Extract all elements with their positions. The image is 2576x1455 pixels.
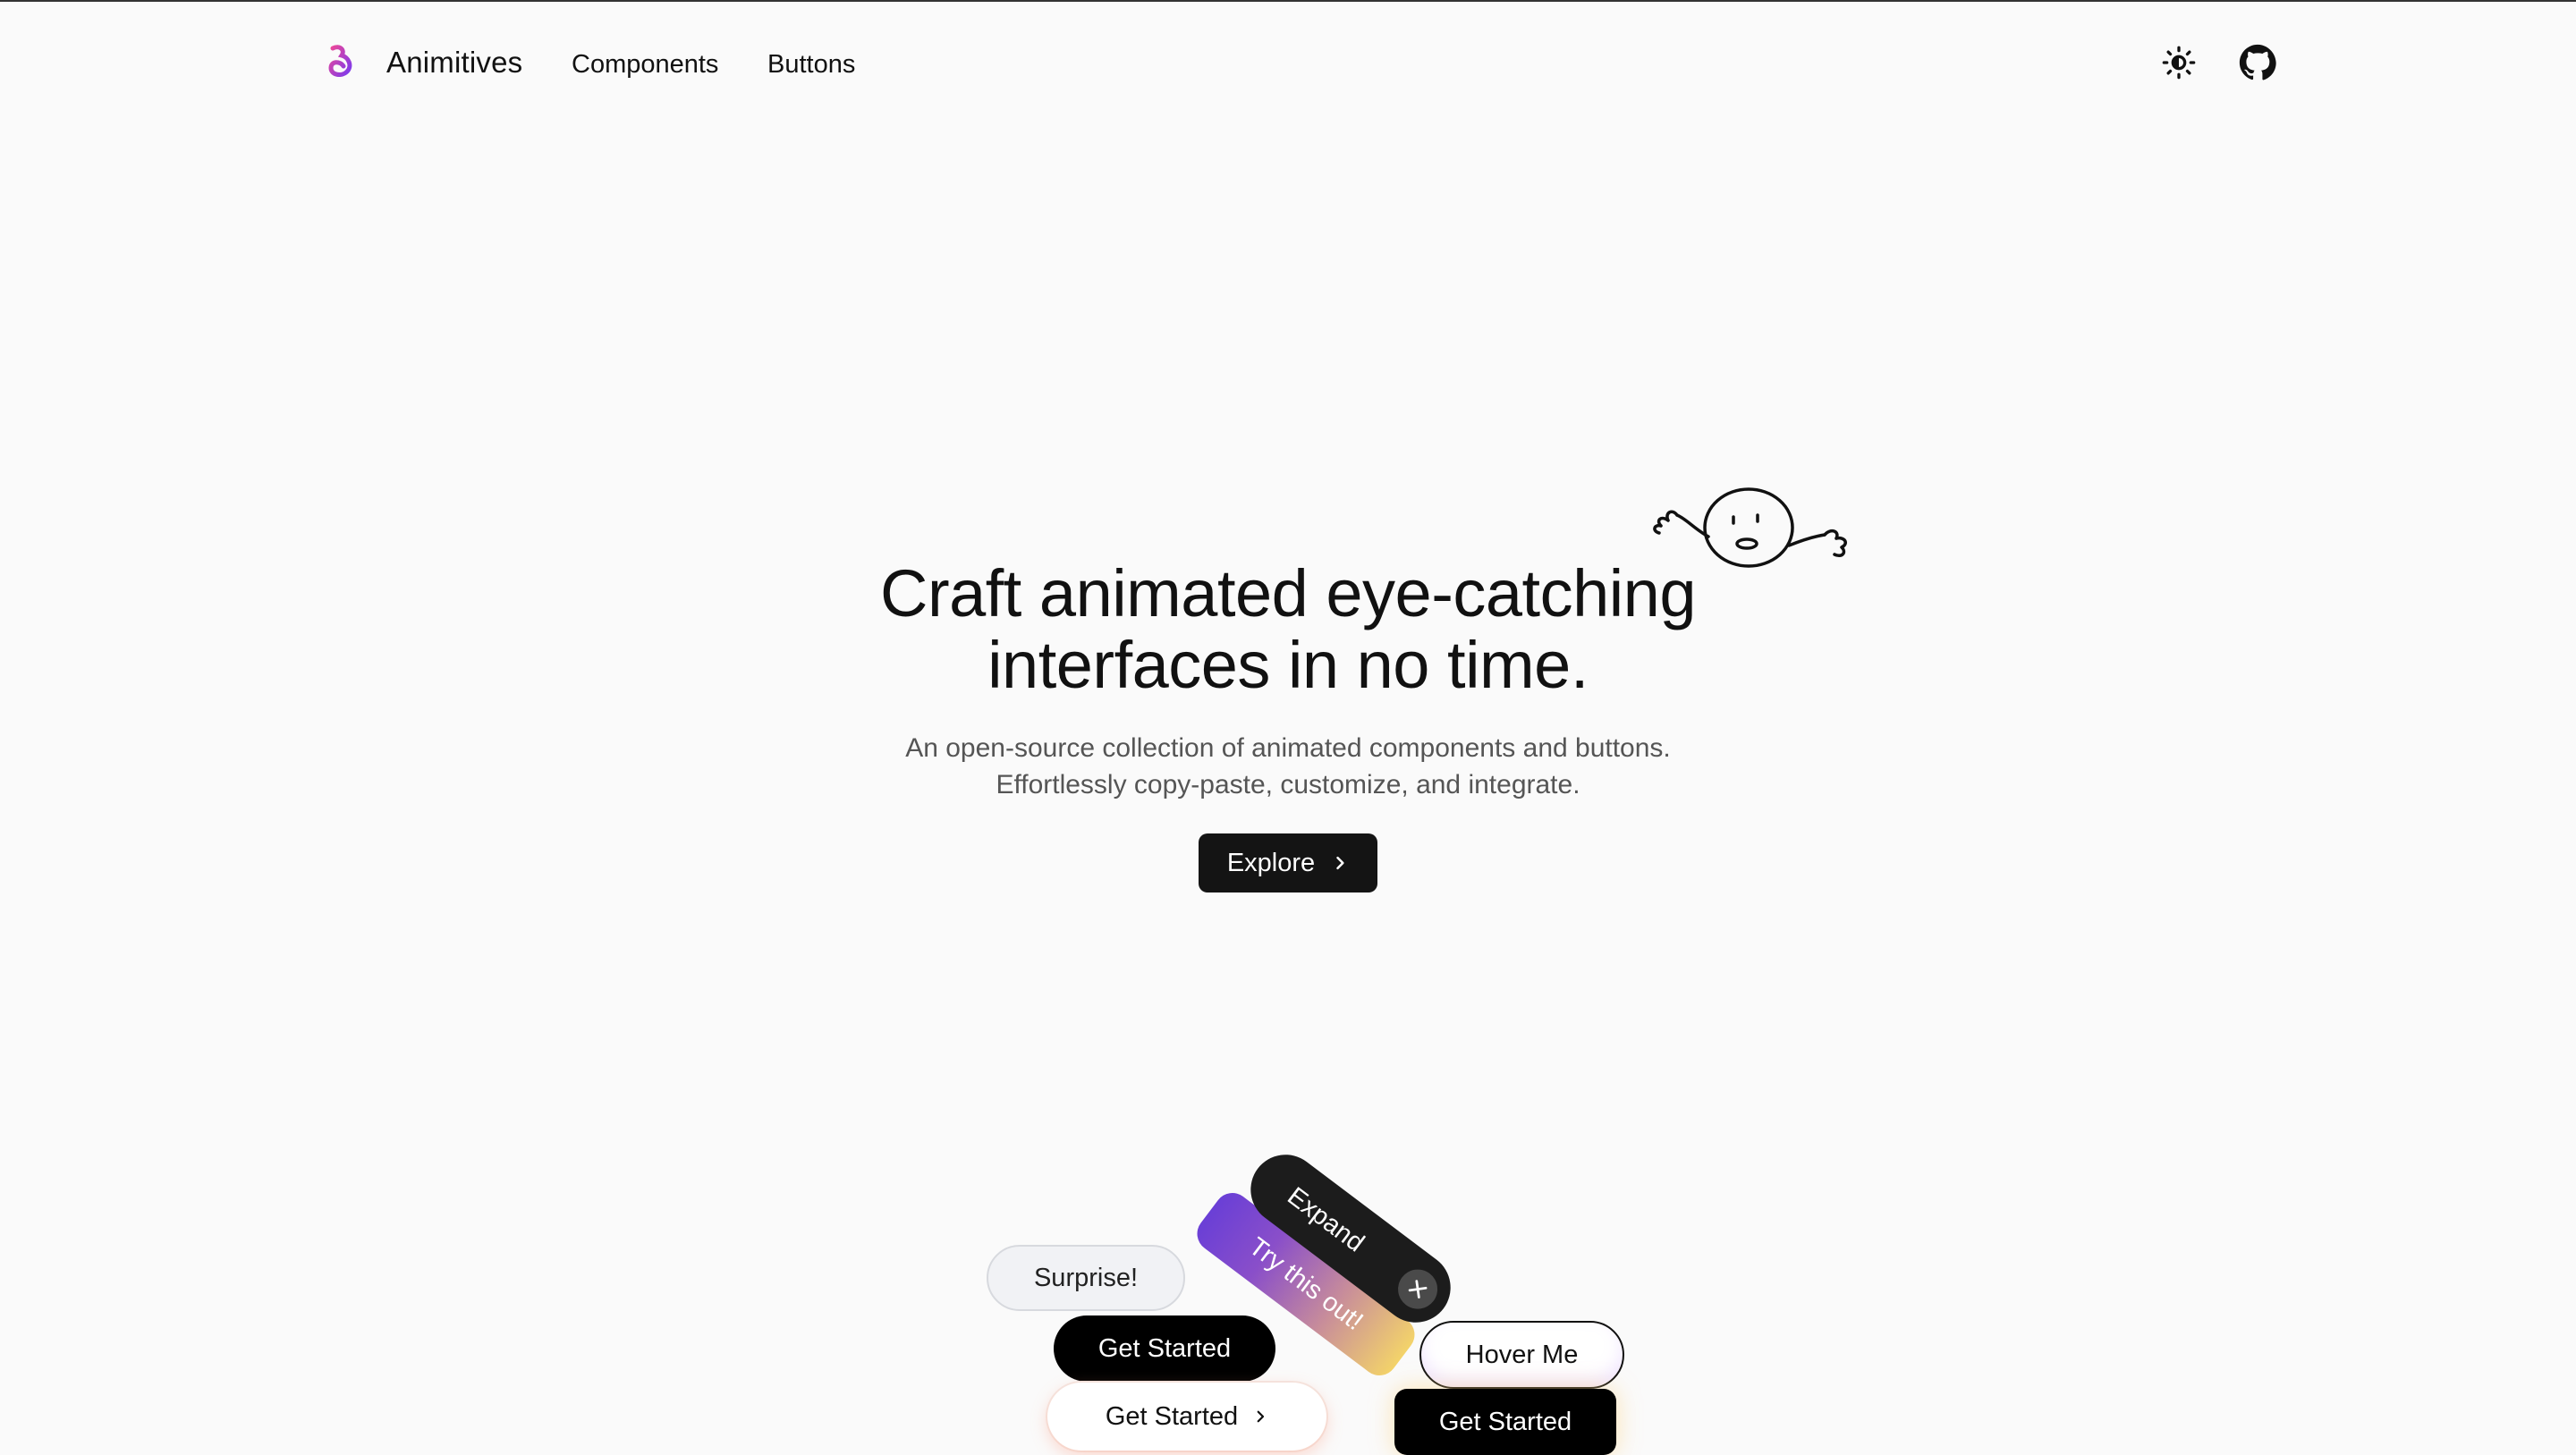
get-started-button-black[interactable]: Get Started [1054, 1315, 1275, 1382]
hero-title: Craft animated eye-catching interfaces i… [0, 558, 2576, 701]
hero-subtitle: An open-source collection of animated co… [0, 730, 2576, 803]
sun-moon-icon [2162, 46, 2196, 80]
explore-button[interactable]: Explore [1199, 833, 1377, 892]
animitives-logo-icon[interactable] [322, 43, 360, 80]
brand-name[interactable]: Animitives [386, 43, 522, 82]
get-started-button-glow[interactable]: Get Started [1047, 1383, 1326, 1451]
hero-title-line-1: Craft animated eye-catching [880, 556, 1696, 630]
get-started-button-shine[interactable]: Get Started [1394, 1389, 1616, 1455]
chevron-right-icon [1336, 856, 1344, 870]
theme-toggle-button[interactable] [2157, 41, 2200, 84]
chevron-right-icon [1257, 1410, 1265, 1423]
hover-me-button[interactable]: Hover Me [1419, 1321, 1624, 1389]
close-icon[interactable] [1390, 1261, 1445, 1317]
get-started-label: Get Started [1105, 1401, 1239, 1431]
explore-label: Explore [1226, 848, 1316, 877]
hero-title-line-2: interfaces in no time. [987, 628, 1589, 702]
surprise-button[interactable]: Surprise! [987, 1245, 1185, 1311]
hero-subtitle-line-1: An open-source collection of animated co… [905, 733, 1671, 763]
hero-subtitle-line-2: Effortlessly copy-paste, customize, and … [996, 770, 1580, 799]
top-nav: Animitives Components Buttons [0, 0, 2576, 125]
nav-link-components[interactable]: Components [572, 47, 718, 82]
github-icon [2239, 44, 2276, 80]
nav-link-buttons[interactable]: Buttons [767, 47, 855, 82]
doodle-character-illustration [1653, 487, 1847, 568]
github-button[interactable] [2236, 41, 2279, 84]
